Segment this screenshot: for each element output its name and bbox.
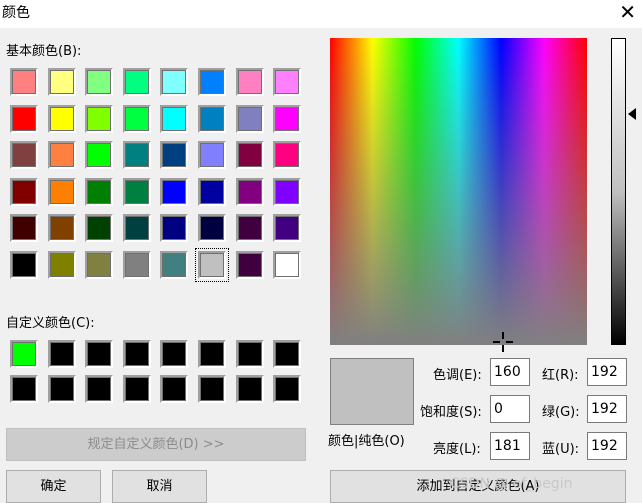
custom-color-swatch-1-5[interactable]	[198, 375, 226, 403]
basic-color-swatch-3-7[interactable]	[273, 177, 302, 206]
basic-color-swatch-5-4[interactable]	[160, 250, 189, 279]
custom-color-swatch-0-6[interactable]	[235, 340, 264, 368]
blue-label: 蓝(U):	[542, 442, 580, 457]
basic-color-swatch-1-1[interactable]	[47, 104, 76, 133]
watermark: CSDN @ of_begin	[450, 476, 573, 492]
basic-color-swatch-0-4[interactable]	[160, 68, 189, 96]
color-spectrum[interactable]	[330, 38, 587, 345]
basic-color-swatch-4-1[interactable]	[47, 214, 76, 242]
basic-color-swatch-0-6[interactable]	[235, 68, 264, 96]
basic-color-swatch-0-0[interactable]	[10, 68, 38, 96]
crosshair-icon	[493, 332, 513, 352]
define-custom-button[interactable]: 规定自定义颜色(D) >>	[6, 428, 306, 461]
basic-color-swatch-1-7[interactable]	[273, 104, 302, 133]
basic-color-swatch-5-5[interactable]	[195, 247, 229, 282]
basic-color-swatch-1-2[interactable]	[85, 104, 114, 133]
basic-color-swatch-3-0[interactable]	[10, 177, 38, 206]
custom-color-swatch-1-4[interactable]	[160, 375, 189, 403]
basic-color-swatch-2-0[interactable]	[10, 141, 38, 169]
basic-color-swatch-5-6[interactable]	[235, 250, 264, 279]
custom-color-swatch-1-6[interactable]	[235, 375, 264, 403]
basic-color-swatch-0-7[interactable]	[273, 68, 302, 96]
basic-color-swatch-0-2[interactable]	[85, 68, 114, 96]
custom-color-swatch-0-7[interactable]	[273, 340, 302, 368]
custom-color-swatch-0-0[interactable]	[10, 340, 38, 368]
custom-color-swatch-0-5[interactable]	[198, 340, 226, 368]
basic-color-swatch-0-3[interactable]	[122, 68, 151, 96]
basic-color-swatch-2-7[interactable]	[273, 141, 302, 169]
red-label: 红(R):	[542, 368, 579, 383]
custom-color-swatch-1-3[interactable]	[122, 375, 151, 403]
basic-color-swatch-4-5[interactable]	[198, 214, 226, 242]
basic-color-swatch-3-2[interactable]	[85, 177, 114, 206]
basic-color-swatch-1-4[interactable]	[160, 104, 189, 133]
basic-colors-label: 基本颜色(B):	[6, 44, 82, 59]
luminance-input[interactable]: 181	[490, 432, 530, 460]
basic-color-swatch-1-3[interactable]	[122, 104, 151, 133]
custom-color-swatch-0-1[interactable]	[47, 340, 76, 368]
saturation-label: 饱和度(S):	[420, 405, 482, 420]
basic-color-swatch-2-1[interactable]	[47, 141, 76, 169]
basic-color-swatch-3-4[interactable]	[160, 177, 189, 206]
basic-color-swatch-0-5[interactable]	[198, 68, 226, 96]
basic-color-swatch-4-7[interactable]	[273, 214, 302, 242]
basic-color-swatch-2-6[interactable]	[235, 141, 264, 169]
basic-color-swatch-5-0[interactable]	[10, 250, 38, 279]
custom-color-swatch-0-3[interactable]	[122, 340, 151, 368]
preview-label[interactable]: 颜色|纯色(O)	[328, 430, 405, 449]
title-bar: 颜色 ✕	[0, 0, 642, 28]
basic-color-swatch-2-4[interactable]	[160, 141, 189, 169]
window-title: 颜色	[2, 5, 30, 21]
basic-color-swatch-5-1[interactable]	[47, 250, 76, 279]
color-preview	[330, 358, 414, 425]
basic-color-swatch-2-3[interactable]	[122, 141, 151, 169]
saturation-input[interactable]: 0	[490, 395, 530, 423]
close-icon[interactable]: ✕	[619, 0, 636, 24]
basic-color-swatch-5-3[interactable]	[122, 250, 151, 279]
red-input[interactable]: 192	[587, 358, 627, 386]
custom-color-swatch-1-2[interactable]	[85, 375, 114, 403]
ok-button[interactable]: 确定	[6, 470, 101, 503]
blue-input[interactable]: 192	[587, 432, 627, 460]
basic-color-swatch-3-3[interactable]	[122, 177, 151, 206]
basic-color-swatch-4-3[interactable]	[122, 214, 151, 242]
custom-color-swatch-1-1[interactable]	[47, 375, 76, 403]
basic-color-swatch-1-5[interactable]	[198, 104, 226, 133]
basic-color-swatch-4-0[interactable]	[10, 214, 38, 242]
custom-color-swatch-1-7[interactable]	[273, 375, 302, 403]
basic-color-swatch-3-5[interactable]	[198, 177, 226, 206]
hue-input[interactable]: 160	[490, 358, 530, 386]
hue-label: 色调(E):	[433, 368, 482, 383]
basic-color-swatch-0-1[interactable]	[47, 68, 76, 96]
cancel-button[interactable]: 取消	[112, 470, 207, 503]
custom-color-swatch-1-0[interactable]	[10, 375, 38, 403]
basic-color-swatch-3-6[interactable]	[235, 177, 264, 206]
luminance-bar[interactable]	[611, 38, 626, 345]
basic-color-swatch-4-4[interactable]	[160, 214, 189, 242]
green-input[interactable]: 192	[587, 395, 627, 423]
basic-color-swatch-1-0[interactable]	[10, 104, 38, 133]
basic-color-swatch-1-6[interactable]	[235, 104, 264, 133]
custom-color-swatch-0-4[interactable]	[160, 340, 189, 368]
basic-color-swatch-3-1[interactable]	[47, 177, 76, 206]
basic-color-swatch-2-2[interactable]	[85, 141, 114, 169]
basic-color-swatch-2-5[interactable]	[198, 141, 226, 169]
basic-color-swatch-4-2[interactable]	[85, 214, 114, 242]
luminance-label: 亮度(L):	[433, 442, 481, 457]
basic-color-swatch-4-6[interactable]	[235, 214, 264, 242]
custom-colors-label: 自定义颜色(C):	[6, 316, 95, 331]
luminance-arrow-icon[interactable]	[628, 108, 636, 120]
green-label: 绿(G):	[542, 405, 580, 420]
custom-color-swatch-0-2[interactable]	[85, 340, 114, 368]
basic-color-swatch-5-7[interactable]	[273, 250, 302, 279]
basic-color-swatch-5-2[interactable]	[85, 250, 114, 279]
